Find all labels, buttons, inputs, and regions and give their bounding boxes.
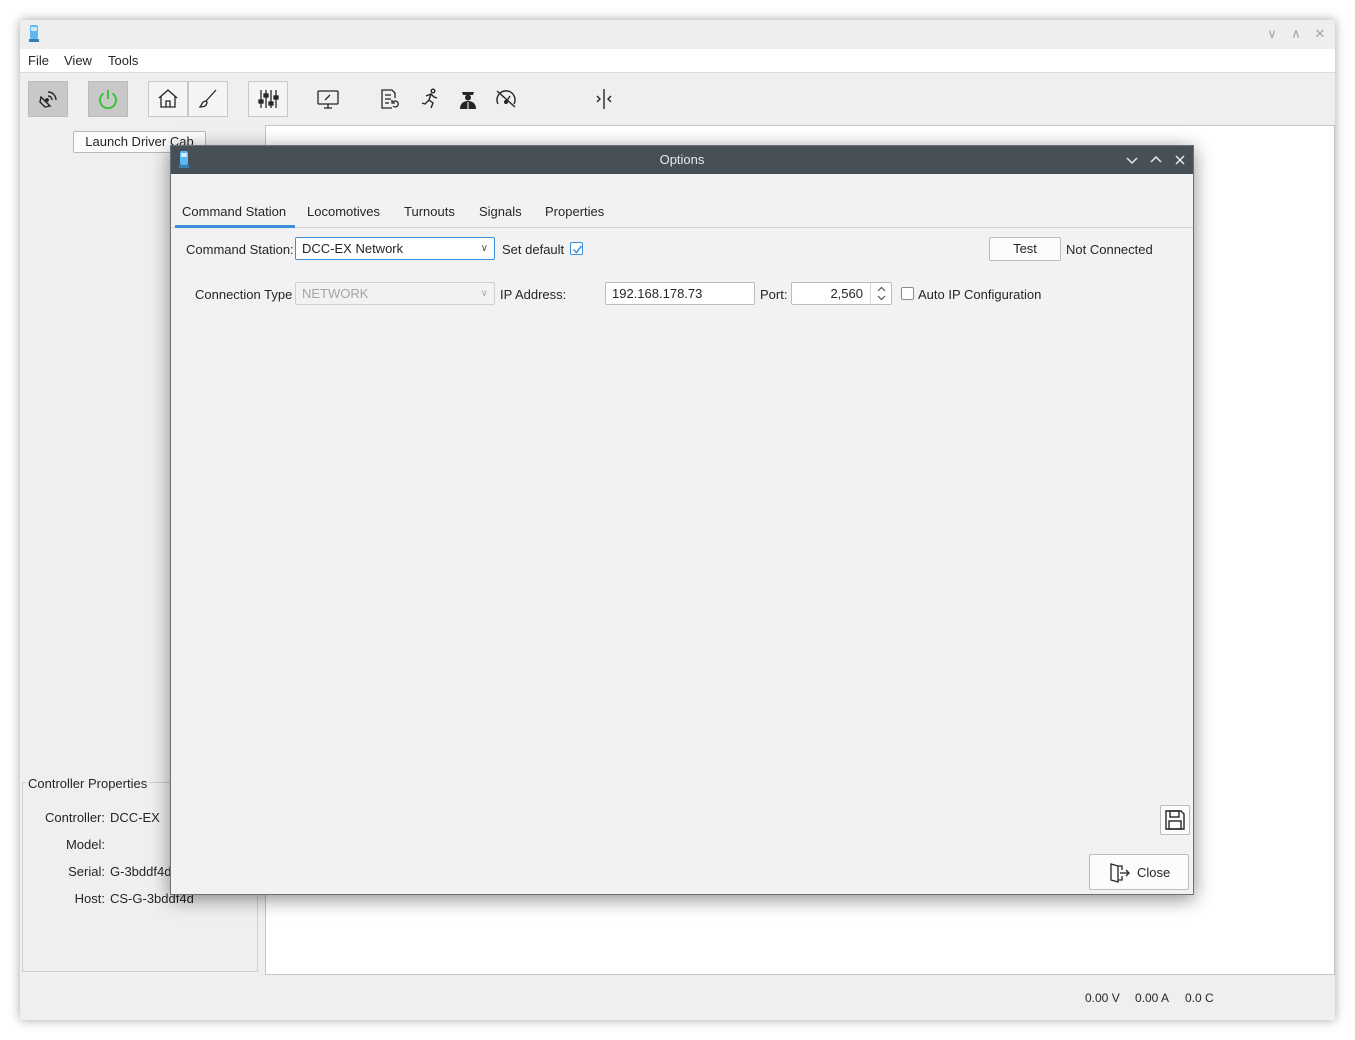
connection-type-value: NETWORK [302,286,369,301]
monitor-icon [317,90,339,109]
power-icon [99,90,117,110]
set-default-label: Set default [502,242,565,257]
split-button[interactable] [584,81,624,117]
brush-button[interactable] [188,81,228,117]
main-titlebar: ∨ ∧ ✕ [20,20,1335,49]
sliders-icon [258,90,279,108]
dialog-maximize-icon[interactable] [1147,151,1165,169]
close-button-label: Close [1137,865,1171,880]
auto-ip-label: Auto IP Configuration [918,287,1042,302]
port-stepper[interactable] [870,283,891,304]
running-person-icon [421,88,438,109]
current-readout: 0.00 A [1135,991,1170,1005]
model-label: Model: [65,837,105,852]
menu-tools[interactable]: Tools [108,53,138,68]
command-station-label: Command Station: [186,242,294,257]
controller-properties-title: Controller Properties [26,776,150,791]
controller-value: DCC-EX [110,810,160,825]
document-refresh-button[interactable] [370,81,410,117]
maximize-icon[interactable]: ∧ [1287,26,1305,42]
test-button[interactable]: Test [989,237,1061,261]
ip-address-input[interactable]: 192.168.178.73 [605,282,755,305]
home-button[interactable] [148,81,188,117]
menubar: File View Tools [20,49,1335,73]
port-label: Port: [760,287,788,302]
running-person-button[interactable] [410,81,450,117]
serial-label: Serial: [68,864,105,879]
checkmark-icon [572,245,583,254]
dialog-titlebar: Options [171,146,1193,174]
conductor-icon [460,92,476,109]
statusbar: 0.00 V 0.00 A 0.0 C [20,975,1335,1020]
close-button[interactable]: Close [1089,854,1189,890]
save-button[interactable] [1160,805,1190,835]
speedometer-icon [496,90,516,108]
menu-file[interactable]: File [28,53,49,68]
home-icon [158,89,178,108]
serial-value: G-3bddf4d [110,864,172,879]
port-value: 2,560 [830,286,863,301]
signal-button[interactable] [28,81,68,117]
tab-properties[interactable]: Properties [545,204,604,219]
auto-ip-checkbox[interactable] [901,287,914,300]
set-default-checkbox[interactable] [570,242,583,255]
save-icon [1165,810,1185,830]
dialog-minimize-icon[interactable] [1123,151,1141,169]
options-dialog: Options Command Station Locomotives Turn… [170,145,1194,895]
minimize-icon[interactable]: ∨ [1263,26,1281,42]
controller-label: Controller: [45,810,105,825]
active-tab-indicator [175,225,295,228]
temperature-readout: 0.0 C [1185,991,1214,1005]
connection-type-select: NETWORK ∨ [295,282,495,305]
chevron-down-icon: ∨ [480,288,488,299]
menu-view[interactable]: View [64,53,92,68]
brush-icon [198,89,217,108]
app-icon [29,25,39,42]
sliders-button[interactable] [248,81,288,117]
dialog-title: Options [659,152,705,167]
chevron-down-icon: ∨ [480,243,488,254]
speedometer-button[interactable] [486,81,526,117]
monitor-button[interactable] [308,81,348,117]
toolbar [20,73,1335,123]
connection-status: Not Connected [1066,242,1153,257]
close-icon[interactable]: ✕ [1311,26,1329,42]
signal-icon [39,91,57,108]
conductor-button[interactable] [448,81,488,117]
tab-signals[interactable]: Signals [479,204,522,219]
connection-type-label: Connection Type [195,287,293,302]
exit-door-icon [1110,863,1130,883]
tab-turnouts[interactable]: Turnouts [404,204,455,219]
options-tabbar: Command Station Locomotives Turnouts Sig… [171,196,1193,228]
power-button[interactable] [88,81,128,117]
ip-address-label: IP Address: [500,287,567,302]
split-icon [596,89,612,109]
document-refresh-icon [381,89,399,109]
host-label: Host: [74,891,105,906]
tab-locomotives[interactable]: Locomotives [307,204,380,219]
tab-command-station[interactable]: Command Station [182,204,286,219]
command-station-value: DCC-EX Network [302,241,404,256]
dialog-close-icon[interactable] [1171,151,1189,169]
command-station-select[interactable]: DCC-EX Network ∨ [295,237,495,260]
up-down-arrows-icon [877,286,886,301]
voltage-readout: 0.00 V [1085,991,1120,1005]
